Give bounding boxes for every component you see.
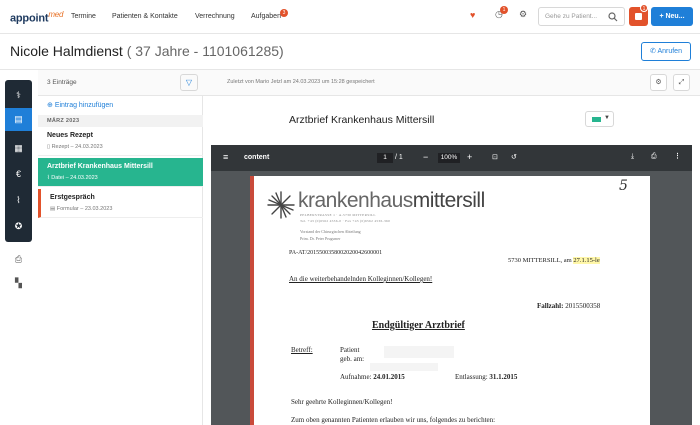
qr-code-icon[interactable]: ▚ xyxy=(5,272,32,294)
admission-date: Aufnahme: 24.01.2015 xyxy=(340,373,405,381)
page-total: / 1 xyxy=(395,154,403,161)
chevron-down-icon: ▼ xyxy=(604,115,610,121)
zoom-out-icon[interactable]: − xyxy=(423,152,428,162)
department-line-1: Vorstand der Chirurgischen Abteilung xyxy=(300,229,361,234)
month-section-header: MÄRZ 2023 xyxy=(38,115,203,127)
plus-circle-icon: ⊕ xyxy=(47,102,55,109)
zoom-input[interactable]: 100% xyxy=(438,153,460,163)
reference-number: PA-AT/2015500358002020042600001 xyxy=(289,250,383,256)
call-button[interactable]: ✆ Anrufen xyxy=(641,42,691,61)
list-item-title: Erstgespräch xyxy=(50,194,95,201)
expand-button[interactable]: ⤢ xyxy=(673,74,690,91)
address-line-2: Tel. +43 (0)6562 4536-0 · Fax +43 (0)656… xyxy=(300,219,391,223)
documents-icon[interactable]: ▤ xyxy=(5,108,32,131)
list-item[interactable]: Neues Rezept ▯ Rezept – 24.03.2023 xyxy=(38,127,203,156)
download-icon[interactable]: ⤓ xyxy=(631,153,634,161)
calendar-icon[interactable]: ▦ xyxy=(5,137,32,160)
color-tag-swatch xyxy=(592,117,601,122)
nav-aufgaben[interactable]: Aufgaben xyxy=(251,13,281,20)
nav-patienten-kontakte[interactable]: Patienten & Kontakte xyxy=(112,13,178,20)
hospital-logo xyxy=(267,191,295,219)
fit-page-icon[interactable]: ⊡ xyxy=(492,153,498,161)
greeting: Sehr geehrte Kolleginnen/Kollegen! xyxy=(291,398,393,406)
app-logo[interactable]: appointmed xyxy=(10,10,63,25)
gear-icon: ⚙ xyxy=(655,79,662,86)
list-item[interactable]: Erstgespräch ▤ Formular – 23.03.2023 xyxy=(38,189,203,218)
nav-termine[interactable]: Termine xyxy=(71,13,96,20)
medical-icon[interactable]: ⚕ xyxy=(5,84,32,107)
list-item[interactable]: Arztbrief Krankenhaus Mittersill ⌇ Datei… xyxy=(38,158,203,187)
more-options-icon[interactable]: ⋮ xyxy=(674,152,681,160)
redacted-field xyxy=(384,346,454,358)
document-title: Arztbrief Krankenhaus Mittersill xyxy=(289,114,435,126)
list-item-subtitle: ▤ Formular – 23.03.2023 xyxy=(50,206,113,212)
euro-icon[interactable]: € xyxy=(5,163,32,186)
new-button[interactable]: + Neu... xyxy=(651,7,693,26)
case-number: Fallzahl: 2015500358 xyxy=(537,302,601,310)
search-icon xyxy=(608,12,618,22)
list-item-title: Arztbrief Krankenhaus Mittersill xyxy=(47,163,153,170)
rotate-icon[interactable]: ↺ xyxy=(511,153,517,161)
tasks-badge: 3 xyxy=(280,9,288,17)
pdf-filename: content xyxy=(244,154,270,161)
scan-edge xyxy=(250,176,254,425)
certificate-icon[interactable]: ✪ xyxy=(5,215,32,238)
filter-icon: ▽ xyxy=(185,78,193,87)
add-entry-button[interactable]: ⊕ Eintrag hinzufügen xyxy=(47,101,113,109)
list-item-subtitle: ▯ Rezept – 24.03.2023 xyxy=(47,144,103,150)
redacted-field xyxy=(370,363,438,371)
notifications-badge: 1 xyxy=(640,4,648,12)
print-icon[interactable]: ⎙ xyxy=(651,153,657,161)
patient-label: Patient xyxy=(340,346,360,354)
notifications-button[interactable]: 1 xyxy=(629,4,648,26)
clock-badge: 1 xyxy=(500,6,508,14)
expand-icon: ⤢ xyxy=(678,79,685,86)
zoom-in-icon[interactable]: + xyxy=(467,152,472,162)
section-sidebar: ⚕ ▤ ▦ € ⌇ ✪ xyxy=(5,80,32,242)
address-line-1: PELBERSTRASSE 1 · A-5730 MITTERSILL xyxy=(300,213,376,217)
patient-search-input[interactable]: Gehe zu Patient... xyxy=(538,7,625,26)
entry-count: 3 Einträge xyxy=(47,79,77,86)
search-placeholder: Gehe zu Patient... xyxy=(545,13,598,20)
paperclip-icon[interactable]: ⌇ xyxy=(5,189,32,212)
letter-body: Zum oben genannten Patienten erlauben wi… xyxy=(291,416,496,424)
letter-heading: Endgültiger Arztbrief xyxy=(372,320,465,331)
patient-title: Nicole Halmdienst ( 37 Jahre - 110106128… xyxy=(10,43,284,59)
page-number-input[interactable]: 1 xyxy=(377,153,393,163)
betreff-label: Betreff: xyxy=(291,346,313,354)
heart-icon[interactable]: ♥ xyxy=(470,10,475,20)
saved-info: Zuletzt von Mario Jetzl am 24.03.2023 um… xyxy=(227,79,375,85)
list-item-title: Neues Rezept xyxy=(47,132,93,139)
menu-icon[interactable]: ≡ xyxy=(223,152,228,162)
hospital-name: krankenhausmittersill xyxy=(298,189,485,212)
color-tag-dropdown[interactable]: ▼ xyxy=(585,111,614,127)
list-item-subtitle: ⌇ Datei – 24.03.2023 xyxy=(47,175,98,181)
handwritten-mark: 5 xyxy=(619,178,628,194)
salutation-to: An die weiterbehandelnden Kolleginnen/Ko… xyxy=(289,275,433,283)
born-label: geb. am: xyxy=(340,355,365,363)
nav-verrechnung[interactable]: Verrechnung xyxy=(195,13,235,20)
bell-icon xyxy=(635,13,642,20)
place-date: 5730 MITTERSILL, am 27.1.15-le xyxy=(508,257,600,264)
department-line-2: Prim. Dr. Peter Prugsmer xyxy=(300,236,341,241)
gear-icon[interactable]: ⚙ xyxy=(519,9,527,20)
form-icon: ▤ xyxy=(50,206,57,212)
discharge-date: Entlassung: 31.1.2015 xyxy=(455,373,518,381)
print-icon[interactable]: ⎙ xyxy=(5,248,32,270)
filter-button[interactable]: ▽ xyxy=(180,74,198,91)
settings-button[interactable]: ⚙ xyxy=(650,74,667,91)
